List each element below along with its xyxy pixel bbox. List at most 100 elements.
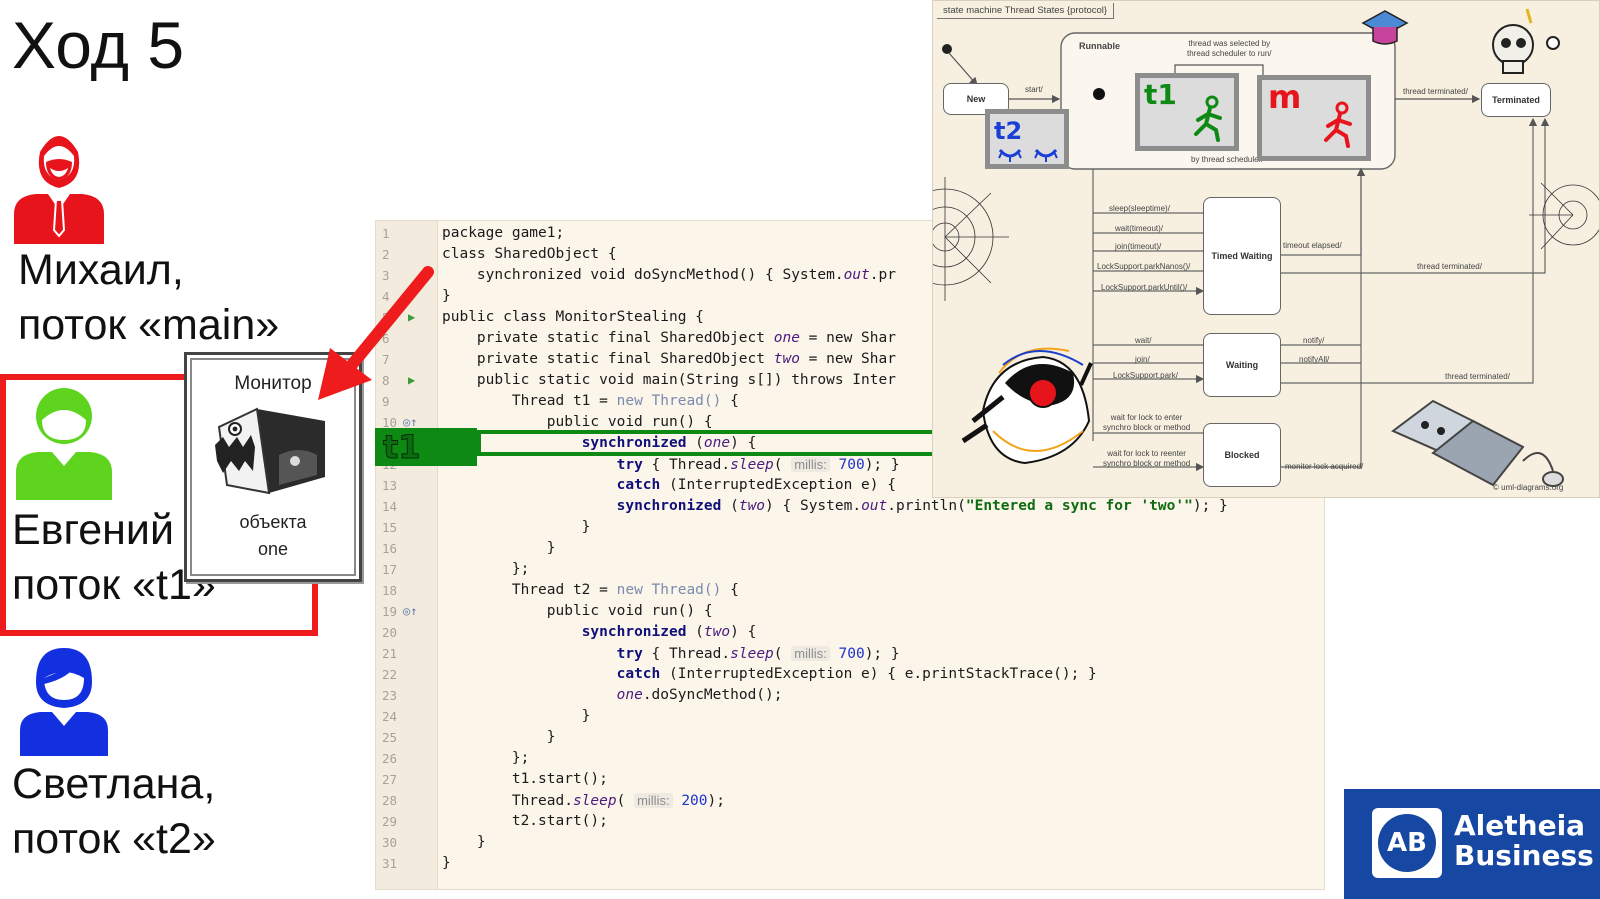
logo-mark-text: AB [1378,814,1436,872]
user-icon [16,386,112,505]
code-line: 20 synchronized (two) { [376,622,1324,643]
diagram-label-join: join/ [1135,355,1150,364]
code-text: public class MonitorStealing { [442,309,704,325]
line-number: 31 [382,856,398,871]
code-line: 15 } [376,517,1324,538]
monitor-subtitle-line2: one [257,539,289,559]
line-number: 17 [382,562,398,577]
diagram-label-park: LockSupport.park/ [1113,371,1178,380]
monitor-subtitle-line1: объекта [239,512,307,532]
diagram-label-park-until: LockSupport.parkUntil()/ [1101,283,1188,292]
code-line: 16 } [376,538,1324,559]
code-text: }; [442,561,530,577]
diagram-label-park-nanos: LockSupport.parkNanos()/ [1097,262,1191,271]
code-line: 18 Thread t2 = new Thread() { [376,580,1324,601]
line-number: 21 [382,646,398,661]
running-man-icon [1324,101,1352,148]
logo-text: Aletheia Business [1454,811,1594,871]
code-text: } [442,729,556,745]
line-number: 22 [382,667,398,682]
code-text: } [442,855,451,871]
diagram-title: state machine Thread States {protocol} [937,3,1115,19]
code-line: 19 ◎↑ public void run() { [376,601,1324,622]
thread-box-t1-label: t1 [1144,78,1177,111]
diagram-label-thread-terminated-2: thread terminated/ [1417,262,1482,271]
code-text: t1.start(); [442,771,608,787]
code-line: 22 catch (InterruptedException e) { e.pr… [376,664,1324,685]
code-text: Thread t1 = new Thread() { [442,393,739,409]
diagram-label-suspended: by thread scheduler/ [1191,155,1264,164]
line-number: 26 [382,751,398,766]
diagram-label-thread-terminated-3: thread terminated/ [1445,372,1510,381]
code-text: class SharedObject { [442,246,617,262]
woman-icon [20,648,108,761]
aletheia-business-logo: AB Aletheia Business [1344,789,1600,899]
thread-box-t2: t2 [985,109,1069,169]
code-text: try { Thread.sleep( millis: 700); } [616,646,900,662]
line-number: 14 [382,499,398,514]
code-text: catch (InterruptedException e) { [616,477,896,493]
code-text: public static void main(String s[]) thro… [442,372,896,388]
diagram-copyright: © uml-diagrams.org [1493,483,1564,492]
monster-mailbox-icon [209,401,339,506]
diagram-label-wait: wait/ [1135,336,1152,345]
line-number: 23 [382,688,398,703]
diagram-label-sleep: sleep(sleeptime)/ [1109,204,1170,213]
thread-box-main: m [1257,75,1371,161]
code-text: } [442,519,591,535]
monitor-subtitle: объекта one [187,509,359,563]
diagram-label-start: start/ [1025,85,1043,94]
code-line: 24 } [376,706,1324,727]
line-number: 20 [382,625,398,640]
code-text: }; [442,750,530,766]
active-thread-marker-label: t1 [383,428,422,467]
code-text: synchronized (two) { System.out.println(… [616,498,1228,514]
red-arrow-icon [300,260,440,415]
code-text: synchronized (two) { [581,624,757,640]
diagram-label-monitor-lock: monitor lock acquired/ [1285,462,1364,471]
code-text: t2.start(); [442,813,608,829]
thread-state-diagram: state machine Thread States {protocol} N… [932,0,1600,498]
thread-box-main-label: m [1268,78,1302,116]
active-thread-marker: t1 [375,428,477,467]
line-number: 18 [382,583,398,598]
line-number: 29 [382,814,398,829]
code-line: 28 Thread.sleep( millis: 200); [376,790,1324,811]
code-text: catch (InterruptedException e) { e.print… [616,666,1097,682]
diagram-label-notify: notify/ [1303,336,1325,345]
code-text: } [442,834,486,850]
code-text: package game1; [442,225,565,241]
logo-mark: AB [1372,808,1442,878]
line-number: 30 [382,835,398,850]
line-number: 28 [382,793,398,808]
code-text: private static final SharedObject two = … [442,351,896,367]
code-line: 27 t1.start(); [376,769,1324,790]
logo-line1: Aletheia [1454,809,1586,842]
code-line: 29 t2.start(); [376,811,1324,832]
code-text: Thread.sleep( millis: 200); [442,793,725,809]
diagram-label-wait-lock-enter: wait for lock to enter synchro block or … [1103,413,1191,432]
line-number: 15 [382,520,398,535]
code-line: 30 } [376,832,1324,853]
active-line-highlight [477,430,945,456]
code-text: Thread t2 = new Thread() { [442,582,739,598]
thread-box-t1: t1 [1135,73,1239,151]
code-line: 31} [376,853,1324,874]
code-line: 23 one.doSyncMethod(); [376,685,1324,706]
code-text: public void run() { [442,603,713,619]
code-text: try { Thread.sleep( millis: 700); } [616,457,900,473]
override-gutter-icon[interactable]: ◎↑ [403,601,417,622]
line-number: 27 [382,772,398,787]
code-line: 14 synchronized (two) { System.out.print… [376,496,1324,517]
code-text: one.doSyncMethod(); [616,687,783,703]
code-line: 26 }; [376,748,1324,769]
person-name-mikhail: Михаил, [18,246,184,294]
diagram-label-thread-terminated-1: thread terminated/ [1403,87,1468,96]
code-line: 21 try { Thread.sleep( millis: 700); } [376,643,1324,664]
line-number: 16 [382,541,398,556]
state-blocked: Blocked [1203,423,1281,487]
state-terminated: Terminated [1481,83,1551,117]
slide-title: Ход 5 [12,8,185,82]
diagram-label-wait-timeout: wait(timeout)/ [1115,224,1164,233]
line-number: 13 [382,478,398,493]
